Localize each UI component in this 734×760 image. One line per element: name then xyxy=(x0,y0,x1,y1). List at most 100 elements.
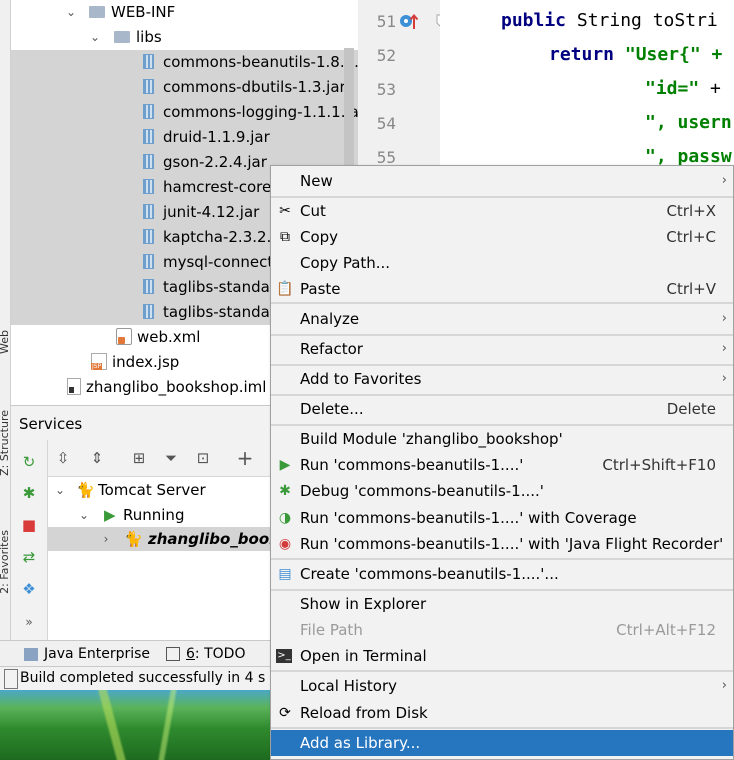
tomcat-icon: 🐈 xyxy=(124,530,143,548)
folder-icon xyxy=(89,5,105,18)
line-number: 53 xyxy=(376,80,396,99)
services-header: Services xyxy=(11,405,271,441)
jar-icon xyxy=(143,54,154,69)
code-line: return "User{" + xyxy=(549,44,723,65)
jar-icon xyxy=(143,204,154,219)
services-side-toolbar: ↻ ✱ ■ ⇄ ❖ » xyxy=(11,440,48,640)
group-by-icon[interactable]: ⊞ xyxy=(129,448,149,468)
collapse-all-icon[interactable]: ⇕ xyxy=(87,448,107,468)
chevron-right-icon: › xyxy=(721,678,727,693)
menu-item-copy[interactable]: ⧉ Copy Ctrl+C xyxy=(271,224,733,250)
tomcat-icon: 🐈 xyxy=(76,481,95,499)
code-editor[interactable]: public String toStri return "User{" + "i… xyxy=(440,0,734,167)
clipboard-icon: 📋 xyxy=(276,281,294,297)
menu-item-add-to-favorites[interactable]: Add to Favorites › xyxy=(271,366,733,392)
menu-item-file-path: File Path Ctrl+Alt+F12 xyxy=(300,621,716,639)
jar-icon xyxy=(143,254,154,269)
debug-icon: ✱ xyxy=(279,483,291,499)
scissors-icon: ✂ xyxy=(279,203,291,219)
menu-item-paste[interactable]: 📋 Paste Ctrl+V xyxy=(271,276,733,302)
run-icon: ▶ xyxy=(104,506,116,524)
java-enterprise-tab[interactable]: Java Enterprise xyxy=(24,641,150,667)
services-tree[interactable]: ⌄ 🐈 Tomcat Server ⌄ ▶ Running › 🐈 zhangl… xyxy=(48,477,279,640)
menu-item-run-flight-recorder[interactable]: ◉ Run 'commons-beanutils-1....' with 'Ja… xyxy=(271,531,733,557)
status-toggle-icon[interactable] xyxy=(4,669,18,689)
jar-icon xyxy=(143,279,154,294)
chevron-down-icon[interactable]: ⌄ xyxy=(89,25,101,50)
menu-item-build-module[interactable]: Build Module 'zhanglibo_bookshop' xyxy=(271,426,733,452)
chevron-down-icon[interactable]: ⌄ xyxy=(65,0,77,25)
tree-item-jar[interactable]: druid-1.1.9.jar xyxy=(11,125,358,150)
jar-icon xyxy=(143,129,154,144)
expand-all-icon[interactable]: ⇳ xyxy=(53,448,73,468)
code-line: "id=" + xyxy=(645,78,721,99)
module-file-icon xyxy=(67,378,81,395)
more-icon[interactable]: » xyxy=(19,612,39,632)
menu-item-copy-path[interactable]: Copy Path... xyxy=(271,250,733,276)
jar-icon xyxy=(143,104,154,119)
flight-recorder-icon: ◉ xyxy=(278,536,292,552)
todo-icon xyxy=(166,647,180,661)
chevron-down-icon[interactable]: ⌄ xyxy=(78,503,90,527)
code-line: public String toStri xyxy=(501,10,718,31)
tomcat-server-node[interactable]: ⌄ 🐈 Tomcat Server xyxy=(48,478,271,502)
reload-icon: ⟳ xyxy=(279,705,291,721)
chevron-right-icon[interactable]: › xyxy=(100,527,112,551)
line-number: 51 xyxy=(376,12,396,31)
menu-item-show-in-explorer[interactable]: Show in Explorer xyxy=(271,591,733,617)
rerun-icon[interactable]: ↻ xyxy=(19,452,39,472)
terminal-icon: >_ xyxy=(276,649,292,663)
deployment-node[interactable]: › 🐈 zhanglibo_book xyxy=(48,527,279,551)
tree-item-jar[interactable]: commons-dbutils-1.3.jar xyxy=(11,75,358,100)
services-toolbar: ⇳ ⇕ ⊞ ⏷ ⊡ + xyxy=(11,440,271,477)
left-tool-strip: Web Z: Structure 2: Favorites xyxy=(0,0,11,640)
folder-icon xyxy=(114,30,130,43)
jar-icon xyxy=(143,229,154,244)
todo-tab[interactable]: 6: TODO xyxy=(166,641,245,667)
menu-item-delete[interactable]: Delete... Delete xyxy=(271,396,733,422)
menu-item-new[interactable]: New › xyxy=(271,168,733,194)
tree-item-jar[interactable]: commons-logging-1.1.1.jar xyxy=(11,100,358,125)
debug-icon[interactable]: ✱ xyxy=(19,483,39,503)
chevron-down-icon[interactable]: ⌄ xyxy=(54,478,66,502)
override-method-icon[interactable] xyxy=(398,12,420,32)
chevron-right-icon: › xyxy=(721,341,727,356)
new-tab-icon[interactable]: ⊡ xyxy=(193,448,213,468)
line-number: 52 xyxy=(376,46,396,65)
chevron-right-icon: › xyxy=(721,173,727,188)
menu-item-add-as-library[interactable]: Add as Library... xyxy=(271,730,733,756)
xml-file-icon xyxy=(116,328,132,345)
running-node[interactable]: ⌄ ▶ Running xyxy=(48,503,271,527)
artifact-icon[interactable]: ❖ xyxy=(19,579,39,599)
tree-item-jar[interactable]: commons-beanutils-1.8.0.jar xyxy=(11,50,358,75)
deploy-icon[interactable]: ⇄ xyxy=(19,547,39,567)
jar-icon xyxy=(143,304,154,319)
menu-item-local-history[interactable]: Local History › xyxy=(271,673,733,699)
tree-item-webinf[interactable]: ⌄ WEB-INF xyxy=(11,0,358,25)
coverage-icon: ◑ xyxy=(278,510,292,526)
menu-item-create-config[interactable]: ▤ Create 'commons-beanutils-1....'... xyxy=(271,561,733,587)
menu-item-run[interactable]: ▶ Run 'commons-beanutils-1....' Ctrl+Shif… xyxy=(271,452,733,478)
menu-item-debug[interactable]: ✱ Debug 'commons-beanutils-1....' xyxy=(271,478,733,504)
menu-item-run-coverage[interactable]: ◑ Run 'commons-beanutils-1....' with Cov… xyxy=(271,505,733,531)
desktop-wallpaper xyxy=(0,690,270,760)
stop-icon[interactable]: ■ xyxy=(19,515,39,535)
filter-icon[interactable]: ⏷ xyxy=(161,448,181,468)
menu-item-reload-from-disk[interactable]: ⟳ Reload from Disk xyxy=(271,700,733,726)
jar-icon xyxy=(143,79,154,94)
chevron-right-icon: › xyxy=(721,311,727,326)
services-title: Services xyxy=(19,415,83,433)
menu-item-refactor[interactable]: Refactor › xyxy=(271,336,733,362)
line-number: 54 xyxy=(376,114,396,133)
tree-item-libs[interactable]: ⌄ libs xyxy=(11,25,358,50)
menu-item-cut[interactable]: ✂ Cut Ctrl+X xyxy=(271,198,733,224)
jar-icon xyxy=(143,179,154,194)
menu-item-analyze[interactable]: Analyze › xyxy=(271,306,733,332)
context-menu: New › ✂ Cut Ctrl+X ⧉ Copy Ctrl+C Copy Path.… xyxy=(270,165,734,760)
status-message: Build completed successfully in 4 s xyxy=(20,670,266,686)
jsp-file-icon xyxy=(91,353,107,370)
add-icon[interactable]: + xyxy=(235,448,255,468)
java-enterprise-icon xyxy=(24,647,38,661)
copy-icon: ⧉ xyxy=(280,229,290,245)
menu-item-open-in-terminal[interactable]: >_ Open in Terminal xyxy=(271,643,733,669)
